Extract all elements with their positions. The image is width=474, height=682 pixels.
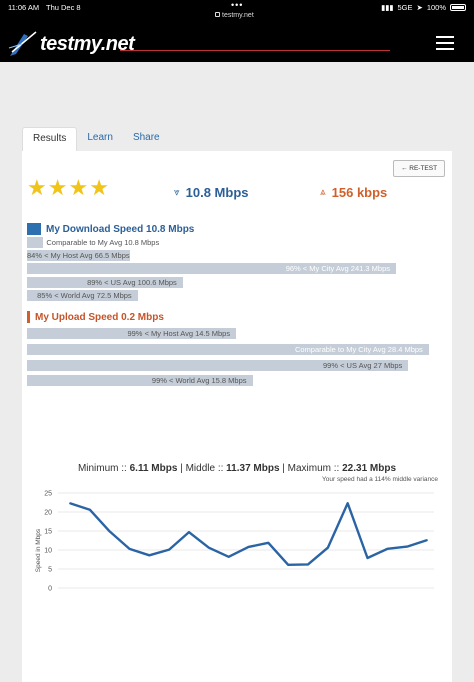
status-time: 11:06 AM bbox=[8, 3, 40, 12]
speed-data-point bbox=[108, 530, 111, 533]
y-tick-label: 10 bbox=[44, 548, 52, 555]
speed-data-point bbox=[326, 546, 329, 549]
speed-data-point bbox=[148, 554, 151, 557]
speed-data-point bbox=[188, 531, 190, 534]
star-icon: ★ bbox=[47, 175, 68, 200]
lock-icon bbox=[215, 12, 220, 17]
download-bar-label: 85% < World Avg 72.5 Mbps bbox=[37, 290, 132, 300]
download-bar-2: 96% < My City Avg 241.3 Mbps bbox=[27, 263, 396, 275]
location-icon: ➤ bbox=[416, 3, 423, 12]
download-bar-label: 89% < US Avg 100.6 Mbps bbox=[87, 277, 177, 287]
speed-data-point bbox=[128, 547, 131, 550]
speed-data-point bbox=[307, 563, 309, 566]
status-date: Thu Dec 8 bbox=[46, 3, 81, 12]
upload-swatch bbox=[27, 311, 30, 323]
speed-data-point bbox=[287, 563, 290, 566]
download-title-text: My Download Speed 10.8 Mbps bbox=[46, 223, 195, 235]
upload-arrow-icon: ⩓ bbox=[320, 186, 326, 198]
speed-line-chart: 0 5 10 15 20 25 Speed in Mbps bbox=[35, 491, 434, 593]
speed-data-point bbox=[346, 502, 349, 505]
download-section-title: My Download Speed 10.8 Mbps bbox=[27, 223, 194, 235]
speed-data-point bbox=[227, 555, 230, 558]
speed-data-point bbox=[168, 548, 171, 551]
tab-results[interactable]: Results bbox=[22, 127, 78, 151]
status-bar: 11:06 AM Thu Dec 8 ••• testmy.net ▮▮▮ 5G… bbox=[0, 0, 474, 26]
y-tick-label: 25 bbox=[44, 491, 52, 498]
battery-percent: 100% bbox=[426, 3, 446, 12]
url-text: testmy.net bbox=[222, 12, 254, 19]
battery-icon bbox=[450, 4, 466, 11]
download-bar-0: Comparable to My Avg 10.8 Mbps bbox=[27, 237, 159, 248]
download-swatch bbox=[27, 223, 41, 235]
min-value: 6.11 Mbps bbox=[129, 463, 178, 474]
results-panel: ← RE-TEST ★ ★ ★ ★ ⩔ 10.8 Mbps ⩓ 156 kbps… bbox=[22, 151, 452, 682]
y-tick-label: 0 bbox=[48, 586, 52, 593]
star-icon: ★ bbox=[27, 175, 47, 200]
signal-icon: ▮▮▮ bbox=[381, 3, 394, 12]
download-bar-1: 84% < My Host Avg 66.5 Mbps bbox=[27, 250, 130, 262]
y-tick-label: 20 bbox=[44, 510, 52, 517]
speed-data-point bbox=[207, 546, 210, 549]
site-navbar: testmy.net bbox=[0, 26, 474, 62]
logo-swoosh-icon bbox=[8, 31, 37, 56]
upload-result: ⩓ 156 kbps bbox=[320, 185, 387, 200]
download-bar-label: 96% < My City Avg 241.3 Mbps bbox=[285, 264, 390, 274]
logo-text: testmy.net bbox=[40, 32, 135, 55]
tab-learn[interactable]: Learn bbox=[77, 127, 123, 151]
rating-stars: ★ ★ ★ ★ bbox=[27, 177, 109, 199]
upload-bar-1: Comparable to My City Avg 28.4 Mbps bbox=[27, 343, 429, 355]
upload-bar-label: Comparable to My City Avg 28.4 Mbps bbox=[294, 344, 423, 354]
y-tick-label: 5 bbox=[48, 567, 52, 574]
upload-section-title: My Upload Speed 0.2 Mbps bbox=[27, 311, 164, 323]
upload-bar-2: 99% < US Avg 27 Mbps bbox=[27, 359, 409, 371]
y-axis-label: Speed in Mbps bbox=[35, 528, 42, 572]
download-bar-3: 89% < US Avg 100.6 Mbps bbox=[27, 276, 183, 288]
logo-underline bbox=[120, 50, 390, 51]
upload-bar-0: 99% < My Host Avg 14.5 Mbps bbox=[27, 328, 237, 339]
site-logo[interactable]: testmy.net bbox=[8, 30, 135, 58]
speed-data-point bbox=[386, 547, 389, 550]
network-label: 5GE bbox=[397, 3, 413, 12]
min-label: Minimum :: bbox=[77, 463, 130, 474]
tab-share[interactable]: Share bbox=[123, 127, 170, 151]
speed-data-point bbox=[406, 545, 409, 548]
speed-data-point bbox=[426, 539, 428, 542]
download-bar-label: 84% < My Host Avg 66.5 Mbps bbox=[27, 251, 130, 261]
download-bar-4: 85% < World Avg 72.5 Mbps bbox=[27, 289, 138, 301]
hamburger-menu-icon[interactable] bbox=[436, 36, 454, 50]
y-tick-label: 15 bbox=[44, 529, 52, 536]
chart-summary: Minimum :: 6.11 Mbps | Middle :: 11.37 M… bbox=[22, 463, 452, 474]
download-arrow-icon: ⩔ bbox=[174, 186, 180, 198]
mid-label: | Middle :: bbox=[177, 463, 227, 474]
max-label: | Maximum :: bbox=[279, 463, 343, 474]
upload-bar-label: 99% < My Host Avg 14.5 Mbps bbox=[127, 329, 231, 338]
upload-bar-label: 99% < World Avg 15.8 Mbps bbox=[151, 376, 247, 386]
speed-data-point bbox=[247, 546, 250, 548]
download-bar-label: Comparable to My Avg 10.8 Mbps bbox=[46, 238, 160, 247]
download-value: 10.8 Mbps bbox=[185, 185, 249, 200]
speed-data-point bbox=[366, 557, 369, 559]
speed-data-point bbox=[88, 508, 91, 511]
download-result: ⩔ 10.8 Mbps bbox=[174, 185, 249, 200]
status-right: ▮▮▮ 5GE ➤ 100% bbox=[381, 3, 466, 12]
speed-series-line bbox=[69, 502, 428, 567]
upload-value: 156 kbps bbox=[331, 185, 388, 200]
max-value: 22.31 Mbps bbox=[342, 463, 397, 474]
star-icon: ★ bbox=[89, 175, 109, 200]
star-icon: ★ bbox=[68, 175, 89, 200]
speed-data-point bbox=[267, 541, 270, 544]
variance-note: Your speed had a 114% middle variance bbox=[322, 476, 438, 483]
address-url[interactable]: testmy.net bbox=[215, 12, 254, 19]
speed-data-point bbox=[69, 502, 71, 505]
upload-bar-label: 99% < US Avg 27 Mbps bbox=[323, 360, 403, 370]
upload-title-text: My Upload Speed 0.2 Mbps bbox=[35, 311, 164, 323]
results-tabs: Results Learn Share bbox=[22, 127, 170, 151]
mid-value: 11.37 Mbps bbox=[226, 463, 280, 474]
upload-bar-3: 99% < World Avg 15.8 Mbps bbox=[27, 375, 253, 387]
retest-button[interactable]: ← RE-TEST bbox=[393, 160, 445, 177]
multitask-dots-icon[interactable]: ••• bbox=[231, 0, 243, 10]
